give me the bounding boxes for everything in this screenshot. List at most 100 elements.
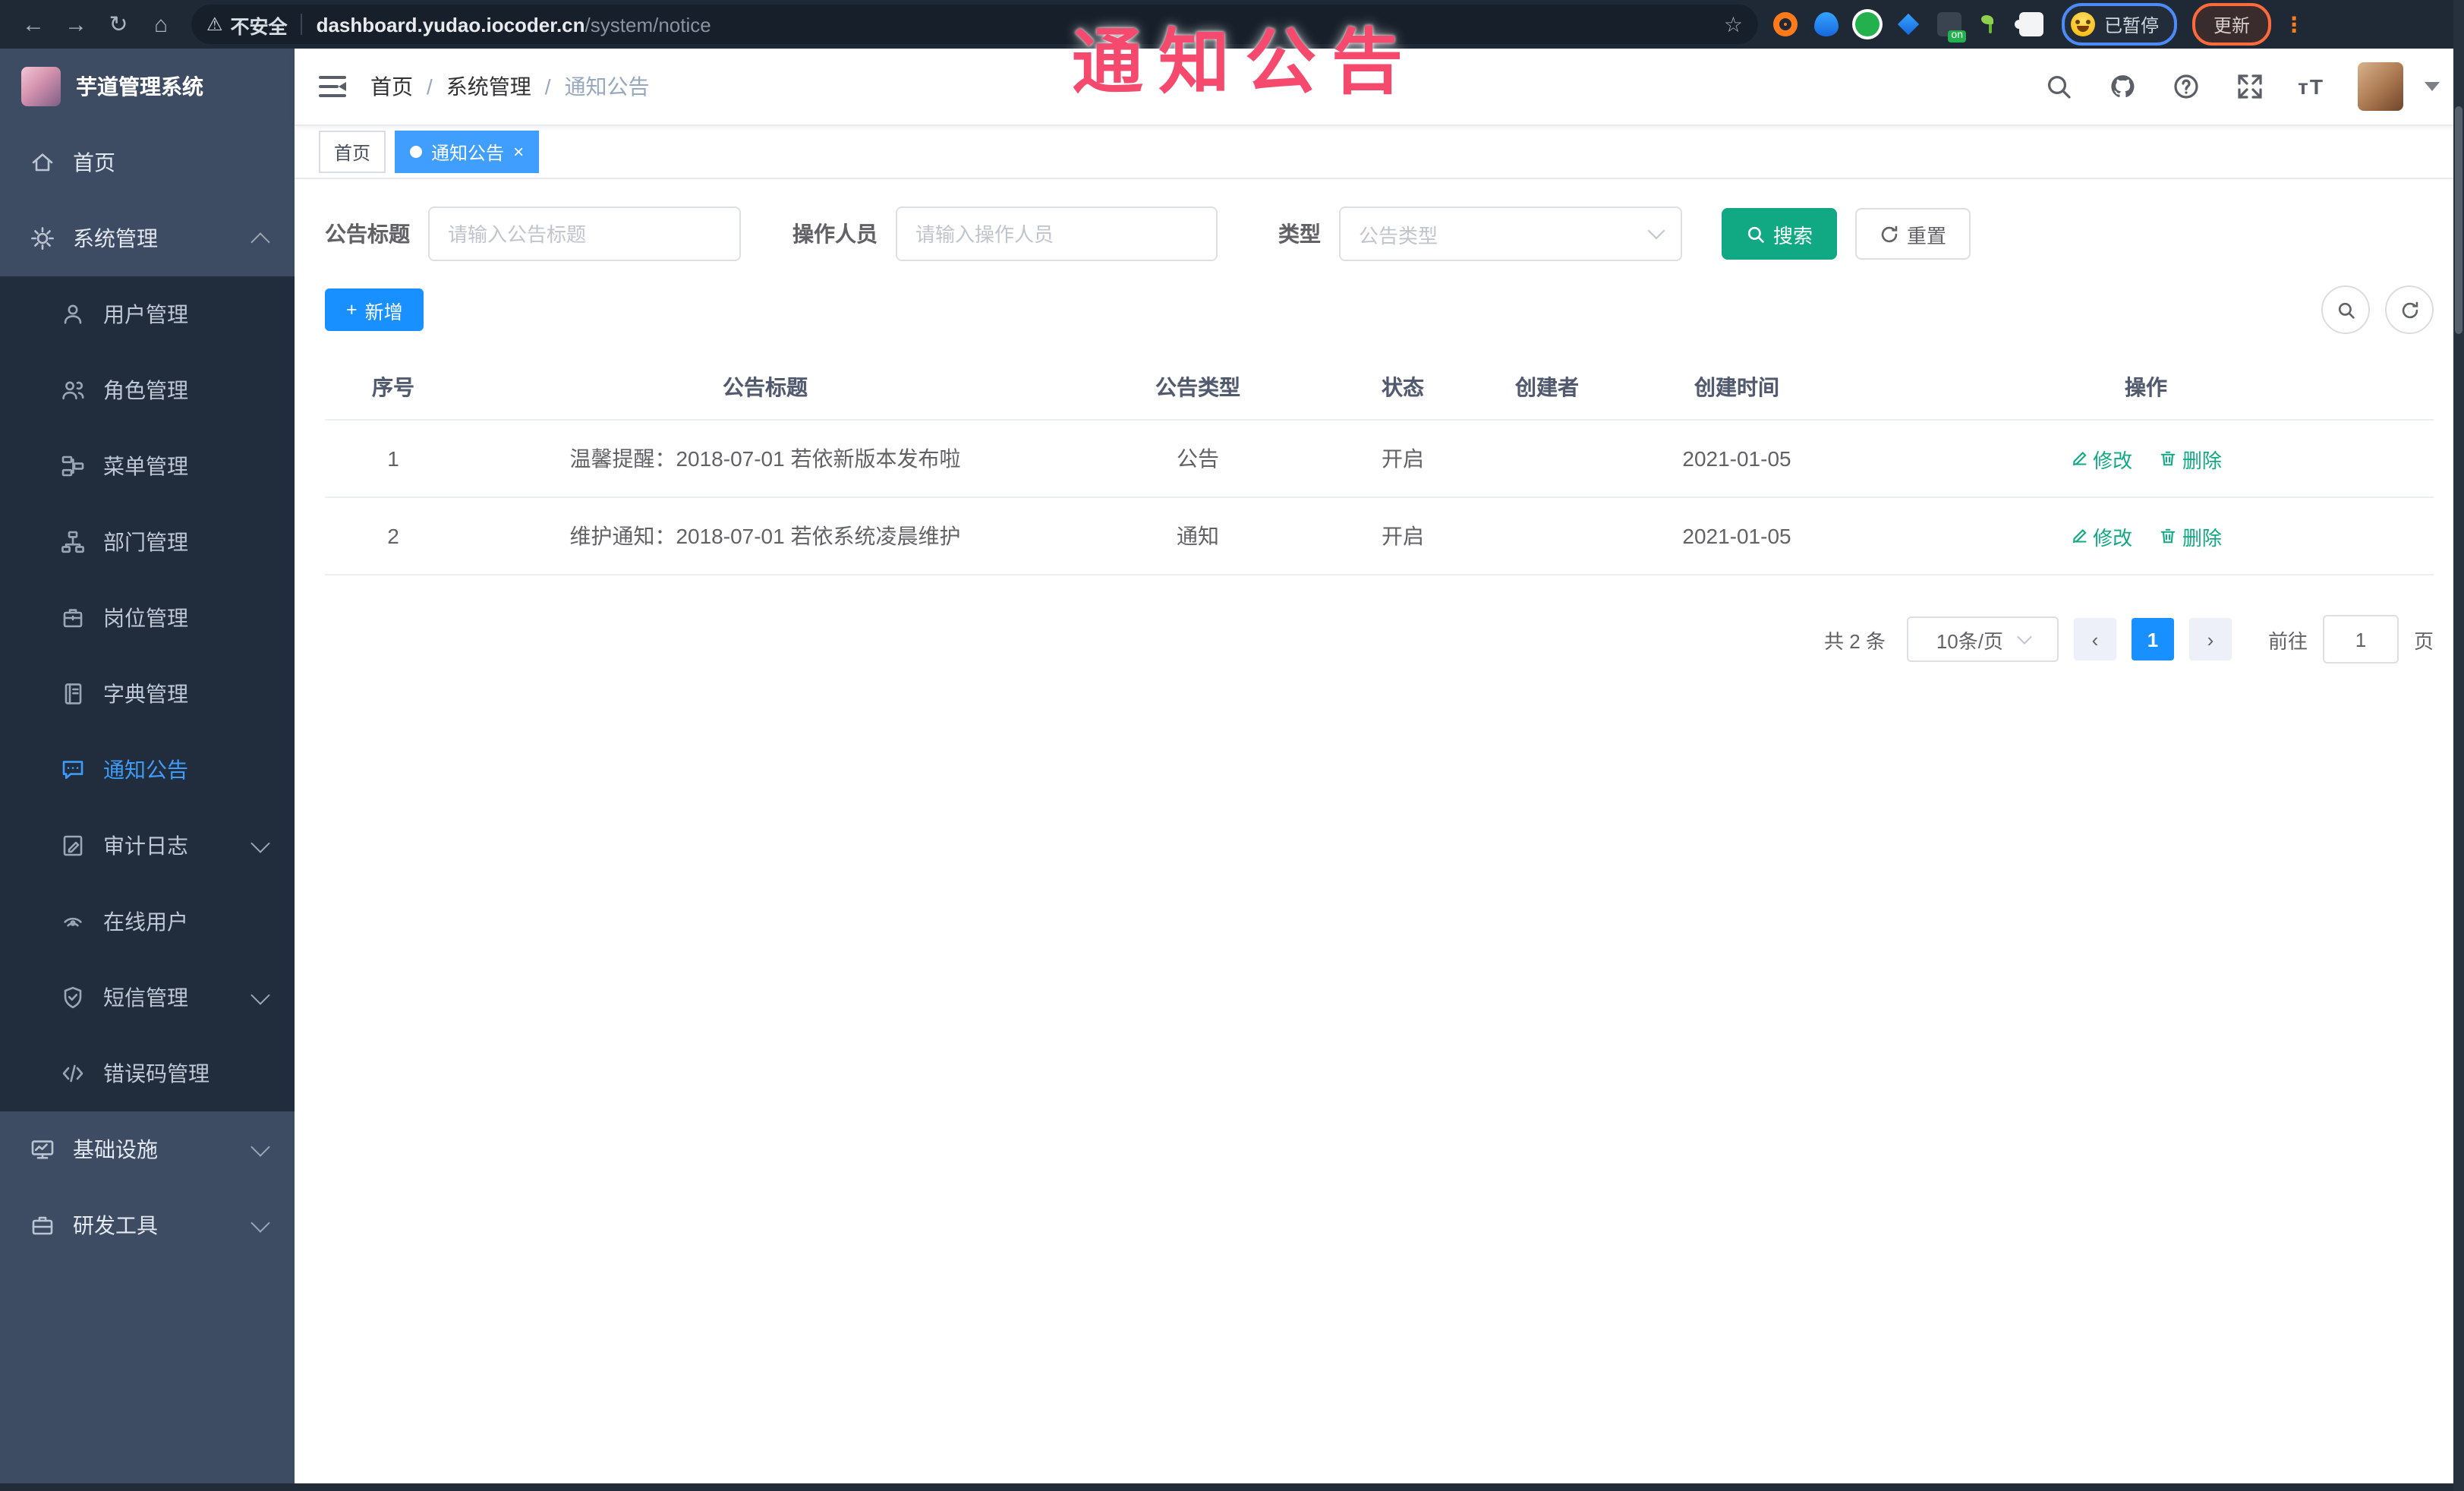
sidebar-item-roles[interactable]: 角色管理	[0, 352, 295, 428]
sidebar-item-notice[interactable]: 通知公告	[0, 732, 295, 808]
extensions-row	[1773, 12, 2043, 43]
edit-link-label: 修改	[2093, 526, 2133, 549]
sidebar: 芋道管理系统 首页 系统管理 用户管理 角色管理 菜单管理 部门管理 岗位管理 …	[0, 49, 295, 1491]
tag-label: 通知公告	[431, 142, 505, 163]
sidebar-item-sms[interactable]: 短信管理	[0, 960, 295, 1036]
sidebar-item-label: 通知公告	[103, 758, 188, 782]
next-page-button[interactable]: ›	[2188, 618, 2232, 660]
show-search-toggle-button[interactable]	[2321, 285, 2370, 334]
trash-icon	[2161, 528, 2176, 544]
page-size-value: 10条/页	[1936, 629, 2003, 652]
sidebar-item-dev-tools[interactable]: 研发工具	[0, 1187, 295, 1263]
user-avatar[interactable]	[2358, 62, 2403, 111]
bookmark-star-icon[interactable]: ☆	[1724, 11, 1743, 37]
github-icon[interactable]	[2106, 71, 2137, 102]
sidebar-item-system[interactable]: 系统管理	[0, 200, 295, 276]
page-size-select[interactable]: 10条/页	[1906, 616, 2059, 662]
table-header-row: 序号 公告标题 公告类型 状态 创建者 创建时间 操作	[325, 355, 2434, 421]
app-title: 芋道管理系统	[76, 74, 203, 99]
search-button-icon	[1747, 225, 1764, 242]
search-icon	[2337, 301, 2354, 318]
system-submenu: 用户管理 角色管理 菜单管理 部门管理 岗位管理 字典管理 通知公告 审计日志 …	[0, 276, 295, 1111]
cell-type: 公告	[1069, 420, 1327, 498]
extension-icon-orange[interactable]	[1773, 12, 1798, 36]
goto-label: 前往	[2267, 629, 2308, 652]
prev-page-button[interactable]: ‹	[2073, 618, 2116, 660]
reset-button[interactable]: 重置	[1855, 208, 1971, 260]
extension-icon-blue-pin[interactable]	[1814, 12, 1839, 36]
goto-page-input[interactable]	[2322, 615, 2399, 664]
sidebar-item-infrastructure[interactable]: 基础设施	[0, 1111, 295, 1187]
breadcrumb-system[interactable]: 系统管理	[446, 71, 531, 102]
page-1-button[interactable]: 1	[2131, 618, 2174, 660]
search-button[interactable]: 搜索	[1722, 208, 1838, 260]
user-icon	[61, 302, 85, 326]
sidebar-item-departments[interactable]: 部门管理	[0, 504, 295, 580]
fullscreen-icon[interactable]	[2234, 71, 2264, 102]
extension-icon-diamond[interactable]	[1896, 12, 1920, 36]
delete-link[interactable]: 删除	[2160, 444, 2222, 473]
edit-link-label: 修改	[2093, 449, 2133, 471]
sidebar-item-label: 岗位管理	[103, 606, 188, 630]
sidebar-item-menus[interactable]: 菜单管理	[0, 428, 295, 504]
briefcase-icon	[61, 606, 85, 630]
tag-notice-active[interactable]: 通知公告 ×	[395, 131, 540, 173]
type-filter-select[interactable]: 公告类型	[1339, 206, 1682, 261]
extension-icon-switch-on[interactable]	[1937, 12, 1966, 43]
browser-update-button[interactable]: 更新	[2192, 3, 2272, 46]
font-size-icon[interactable]: тT	[2298, 74, 2324, 99]
search-icon[interactable]	[2043, 71, 2073, 102]
url-path: /system/notice	[584, 13, 711, 36]
sidebar-item-posts[interactable]: 岗位管理	[0, 580, 295, 656]
sidebar-logo[interactable]: 芋道管理系统	[0, 49, 295, 125]
table-toolbar: + 新增	[325, 285, 2434, 334]
sidebar-toggle-icon[interactable]	[319, 76, 346, 97]
sidebar-item-label: 字典管理	[103, 682, 188, 706]
add-button[interactable]: + 新增	[325, 288, 424, 331]
cell-title: 温馨提醒：2018-07-01 若依新版本发布啦	[462, 420, 1069, 498]
chevron-down-icon	[2016, 629, 2031, 644]
tag-home[interactable]: 首页	[319, 131, 386, 173]
edit-link[interactable]: 修改	[2070, 522, 2132, 550]
breadcrumb-home[interactable]: 首页	[370, 71, 413, 102]
sidebar-item-label: 系统管理	[73, 226, 158, 251]
delete-link[interactable]: 删除	[2160, 522, 2222, 550]
sidebar-item-users[interactable]: 用户管理	[0, 276, 295, 352]
top-navbar: 首页 / 系统管理 / 通知公告 тT	[295, 49, 2464, 126]
scrollbar-thumb[interactable]	[2455, 106, 2462, 334]
close-icon[interactable]: ×	[513, 141, 524, 162]
sidebar-item-home[interactable]: 首页	[0, 125, 295, 200]
refresh-button[interactable]	[2385, 285, 2434, 334]
sidebar-item-audit-log[interactable]: 审计日志	[0, 808, 295, 884]
forward-icon[interactable]: →	[59, 8, 93, 41]
book-icon	[61, 682, 85, 706]
sidebar-item-online-users[interactable]: 在线用户	[0, 884, 295, 960]
address-bar[interactable]: ⚠ 不安全 dashboard.yudao.iocoder.cn /system…	[191, 5, 1758, 44]
edit-link[interactable]: 修改	[2070, 444, 2132, 473]
sidebar-item-error-codes[interactable]: 错误码管理	[0, 1036, 295, 1111]
cell-created: 2021-01-05	[1615, 497, 1858, 575]
operator-filter-input[interactable]	[896, 206, 1218, 261]
cell-status: 开启	[1327, 497, 1479, 575]
back-icon[interactable]: ←	[17, 8, 50, 41]
title-filter-input[interactable]	[428, 206, 741, 261]
help-icon[interactable]	[2170, 71, 2201, 102]
page-unit-label: 页	[2413, 629, 2434, 652]
type-filter-label: 类型	[1278, 222, 1321, 246]
plus-icon: +	[346, 299, 358, 320]
sidebar-item-dict[interactable]: 字典管理	[0, 656, 295, 732]
cell-actions: 修改 删除	[1858, 420, 2434, 498]
extension-icon-sprout[interactable]	[1978, 12, 2002, 36]
sidebar-menu: 首页 系统管理 用户管理 角色管理 菜单管理 部门管理 岗位管理 字典管理 通知…	[0, 125, 295, 1491]
reload-icon[interactable]: ↻	[102, 8, 135, 41]
browser-menu-icon[interactable]: ⋮	[2283, 14, 2305, 35]
home-icon[interactable]: ⌂	[144, 8, 178, 41]
browser-scrollbar[interactable]	[2453, 0, 2464, 1491]
users-icon	[61, 378, 85, 402]
extension-icon-green[interactable]	[1855, 12, 1880, 36]
avatar-caret-icon[interactable]	[2425, 82, 2440, 91]
extensions-puzzle-icon[interactable]	[2015, 12, 2043, 36]
sidebar-item-label: 部门管理	[103, 530, 188, 554]
breadcrumb-current: 通知公告	[564, 74, 650, 99]
browser-profile-chip[interactable]: 已暂停	[2062, 3, 2178, 46]
